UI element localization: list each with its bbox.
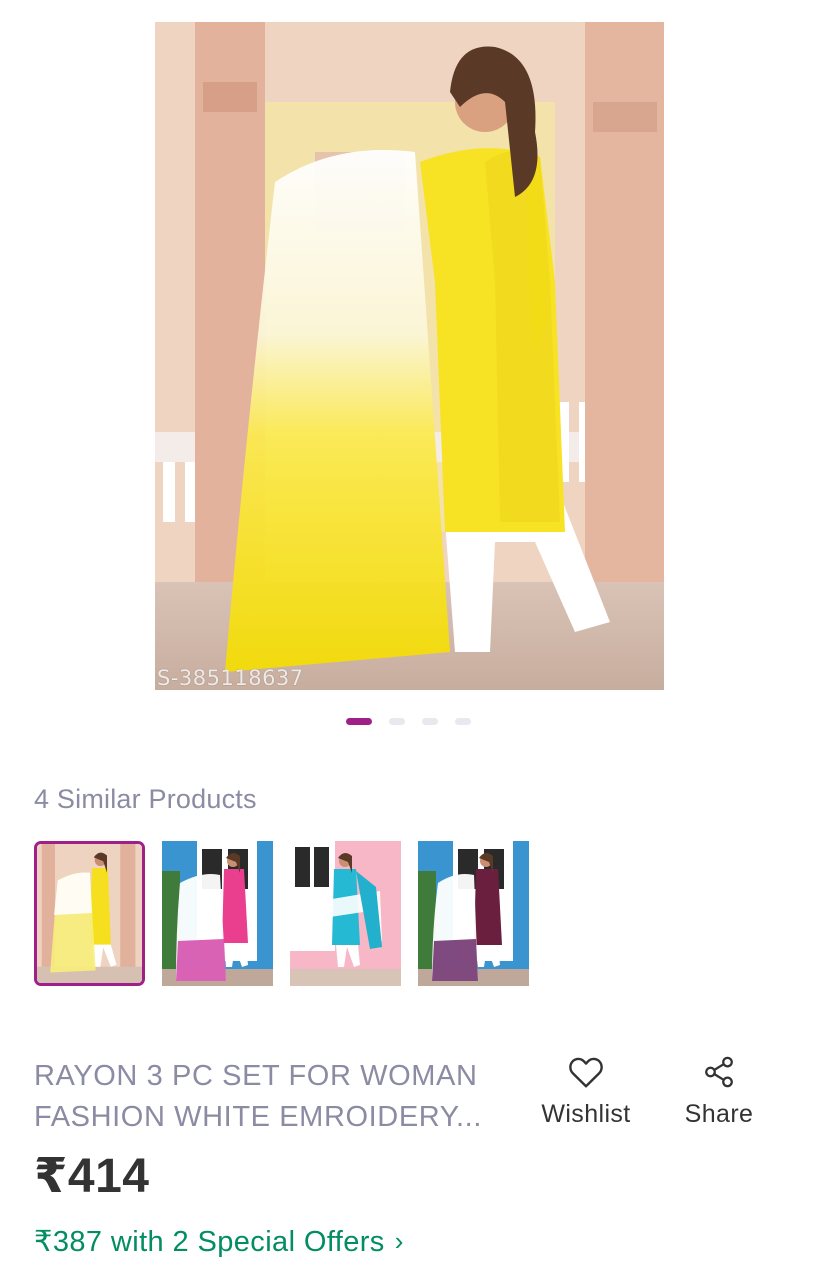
heart-outline-icon [534,1052,638,1092]
chevron-right-icon: › [394,1226,404,1256]
wishlist-label: Wishlist [541,1100,631,1128]
similar-product-thumb-yellow[interactable] [34,841,145,986]
share-button[interactable]: Share [680,1052,758,1129]
image-watermark: S-385118637 [157,666,304,690]
product-title: RAYON 3 PC SET FOR WOMAN FASHION WHITE E… [34,1056,524,1138]
carousel-dots [346,718,471,725]
thumb-image [37,844,142,983]
similar-product-thumb-sky-blue[interactable] [290,841,401,986]
product-photo [155,22,664,690]
similar-products-list [34,841,529,986]
thumb-image [290,841,401,986]
special-offers-link[interactable]: ₹387 with 2 Special Offers › [34,1224,404,1259]
product-title-line-2: FASHION WHITE EMROIDERY... [34,1101,482,1133]
share-nodes-icon [680,1052,758,1092]
product-main-image[interactable]: S-385118637 [155,22,664,690]
wishlist-button[interactable]: Wishlist [534,1052,638,1129]
product-title-line-1: RAYON 3 PC SET FOR WOMAN [34,1060,478,1092]
similar-product-thumb-pink[interactable] [162,841,273,986]
thumb-image [418,841,529,986]
carousel-dot-4[interactable] [455,718,471,725]
thumb-image [162,841,273,986]
similar-product-thumb-maroon[interactable] [418,841,529,986]
share-label: Share [684,1100,754,1128]
carousel-dot-2[interactable] [389,718,405,725]
carousel-dot-1[interactable] [346,718,372,725]
similar-products-heading: 4 Similar Products [34,784,257,814]
carousel-dot-3[interactable] [422,718,438,725]
product-price: ₹414 [34,1150,150,1203]
special-offers-text: ₹387 with 2 Special Offers [34,1226,385,1258]
